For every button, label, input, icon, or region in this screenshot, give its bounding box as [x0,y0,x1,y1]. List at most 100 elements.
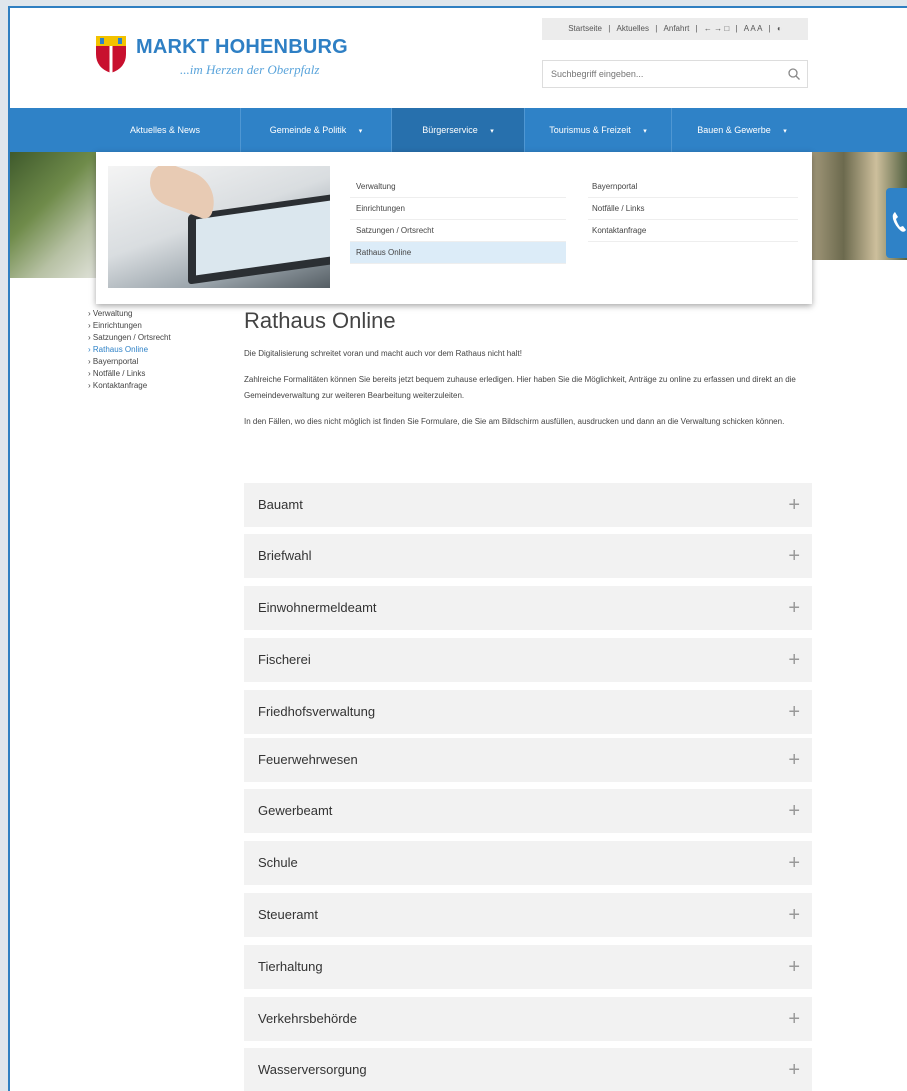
brand-tagline: ...im Herzen der Oberpfalz [180,62,320,77]
sidebar-item-label: Verwaltung [92,309,133,318]
accordion-item-tierhaltung[interactable]: Tierhaltung + [244,945,812,989]
sidebar-item-kontaktanfrage[interactable]: › Kontaktanfrage [88,380,238,392]
accordion-label: Tierhaltung [258,959,323,974]
plus-icon[interactable]: + [788,690,800,734]
chevron-down-icon: ▾ [490,128,494,135]
search-icon[interactable] [787,67,801,81]
accordion-label: Verkehrsbehörde [258,1011,358,1026]
mega-link-verwaltung[interactable]: Verwaltung [350,176,566,198]
mega-link-einrichtungen[interactable]: Einrichtungen [350,198,566,220]
plus-icon[interactable]: + [788,893,800,937]
sidebar-item-label: Notfälle / Links [92,369,146,378]
utility-separator: | [655,24,658,33]
accordion-item-bauamt[interactable]: Bauamt + [244,483,812,527]
nav-item-aktuelles[interactable]: Aktuelles & News [90,108,240,152]
plus-icon[interactable]: + [788,997,800,1041]
sidebar-item-rathaus-online[interactable]: › Rathaus Online [88,344,238,356]
accordion-label: Bauamt [258,497,303,512]
utility-bar: Startseite | Aktuelles | Anfahrt | ← → □… [542,18,808,40]
nav-item-label: Aktuelles & News [129,125,201,135]
chevron-down-icon: ▾ [643,128,647,135]
accordion-label: Briefwahl [258,548,312,563]
accordion-label: Gewerbeamt [258,803,333,818]
mega-link-rathaus-online[interactable]: Rathaus Online [350,242,566,264]
accordion-item-schule[interactable]: Schule + [244,841,812,885]
utility-link-aktuelles[interactable]: Aktuelles [617,24,649,33]
accordion-label: Friedhofsverwaltung [258,704,376,719]
page: MARKT HOHENBURG ...im Herzen der Oberpfa… [8,6,907,1091]
sidebar-navigation: › Verwaltung › Einrichtungen › Satzungen… [88,308,238,392]
sidebar-item-satzungen[interactable]: › Satzungen / Ortsrecht [88,332,238,344]
nav-item-label: Tourismus & Freizeit [549,125,631,135]
nav-item-label: Bürgerservice [422,125,478,135]
mega-link-kontaktanfrage[interactable]: Kontaktanfrage [588,220,798,242]
sidebar-item-label: Einrichtungen [92,321,142,330]
mega-link-bayernportal[interactable]: Bayernportal [588,176,798,198]
sidebar-item-label: Kontaktanfrage [92,381,148,390]
utility-separator: | [735,24,738,33]
sidebar-item-label: Rathaus Online [92,345,149,354]
accordion-label: Fischerei [258,652,311,667]
utility-link-startseite[interactable]: Startseite [568,24,602,33]
accordion-label: Einwohnermeldeamt [258,600,377,615]
sidebar-item-einrichtungen[interactable]: › Einrichtungen [88,320,238,332]
main-navigation: Aktuelles & News Gemeinde & Politik ▾ Bü… [10,108,907,152]
plus-icon[interactable]: + [788,738,800,782]
contact-tab[interactable] [886,188,907,258]
brand-name: MARKT HOHENBURG [136,36,348,58]
plus-icon[interactable]: + [788,483,800,527]
accordion-item-gewerbeamt[interactable]: Gewerbeamt + [244,789,812,833]
share-icons[interactable]: ← → □ [704,24,729,33]
utility-separator: | [695,24,698,33]
accordion-item-wasserversorgung[interactable]: Wasserversorgung + [244,1048,812,1091]
sidebar-item-notfaelle[interactable]: › Notfälle / Links [88,368,238,380]
utility-separator: | [608,24,611,33]
plus-icon[interactable]: + [788,789,800,833]
sidebar-item-verwaltung[interactable]: › Verwaltung [88,308,238,320]
utility-separator: | [768,24,771,33]
intro-paragraph: In den Fällen, wo dies nicht möglich ist… [244,417,785,426]
sidebar-item-bayernportal[interactable]: › Bayernportal [88,356,238,368]
plus-icon[interactable]: + [788,841,800,885]
mega-menu-image [108,166,330,288]
plus-icon[interactable]: + [788,586,800,630]
plus-icon[interactable]: + [788,945,800,989]
plus-icon[interactable]: + [788,534,800,578]
accordion-item-steueramt[interactable]: Steueramt + [244,893,812,937]
hero-image-left [10,152,100,278]
accordion-item-fischerei[interactable]: Fischerei + [244,638,812,682]
search-input[interactable] [543,61,779,87]
nav-item-gemeinde[interactable]: Gemeinde & Politik ▾ [241,108,391,152]
mega-link-notfaelle[interactable]: Notfälle / Links [588,198,798,220]
accordion-item-einwohnermeldeamt[interactable]: Einwohnermeldeamt + [244,586,812,630]
chevron-down-icon: ▾ [358,128,363,135]
nav-item-label: Bauen & Gewerbe [697,125,771,135]
hand-illustration [143,166,223,221]
accordion-item-verkehrsbehoerde[interactable]: Verkehrsbehörde + [244,997,812,1041]
accordion-item-briefwahl[interactable]: Briefwahl + [244,534,812,578]
sidebar-item-label: Bayernportal [92,357,139,366]
page-title: Rathaus Online [244,308,396,333]
mega-link-satzungen[interactable]: Satzungen / Ortsrecht [350,220,566,242]
bullet-icon: › [88,321,91,330]
nav-item-buergerservice[interactable]: Bürgerservice ▾ [392,108,524,152]
accordion-label: Feuerwehrwesen [258,752,358,767]
bullet-icon: › [88,357,91,366]
contrast-icon[interactable]: ◐ [777,24,782,33]
utility-link-anfahrt[interactable]: Anfahrt [664,24,690,33]
plus-icon[interactable]: + [788,638,800,682]
accordion-item-feuerwehrwesen[interactable]: Feuerwehrwesen + [244,738,812,782]
intro-paragraph: Die Digitalisierung schreitet voran und … [244,349,522,358]
accordion-label: Steueramt [258,907,318,922]
chevron-down-icon: ▾ [783,128,787,135]
sidebar-item-label: Satzungen / Ortsrecht [92,333,171,342]
font-size-controls[interactable]: A A A [744,24,763,33]
site-logo[interactable]: MARKT HOHENBURG ...im Herzen der Oberpfa… [94,32,354,82]
plus-icon[interactable]: + [788,1048,800,1091]
nav-item-tourismus[interactable]: Tourismus & Freizeit ▾ [525,108,671,152]
nav-item-bauen[interactable]: Bauen & Gewerbe ▾ [672,108,812,152]
intro-paragraph: Zahlreiche Formalitäten können Sie berei… [244,375,796,400]
bullet-icon: › [88,333,91,342]
accordion-item-friedhofsverwaltung[interactable]: Friedhofsverwaltung + [244,690,812,734]
bullet-icon: › [88,309,91,318]
